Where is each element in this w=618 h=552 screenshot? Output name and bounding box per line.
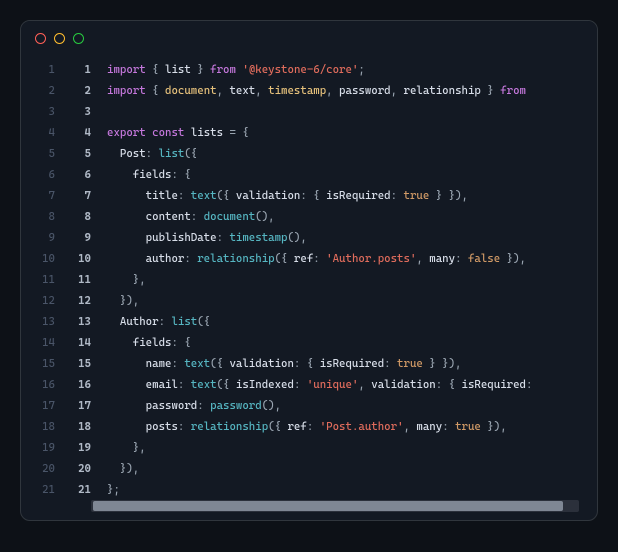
code-line: export const lists = { <box>101 122 597 143</box>
code-window: 123456789101112131415161718192021 123456… <box>20 20 598 521</box>
outer-line-number: 11 <box>21 269 65 290</box>
outer-line-number: 21 <box>21 479 65 500</box>
outer-line-number: 2 <box>21 80 65 101</box>
code-line: author: relationship({ ref: 'Author.post… <box>101 248 597 269</box>
code-line <box>101 101 597 122</box>
inner-line-number: 7 <box>65 185 101 206</box>
inner-line-number: 6 <box>65 164 101 185</box>
outer-line-number: 19 <box>21 437 65 458</box>
code-line: content: document(), <box>101 206 597 227</box>
inner-line-number: 11 <box>65 269 101 290</box>
inner-line-number: 20 <box>65 458 101 479</box>
code-line: }, <box>101 437 597 458</box>
inner-line-number: 18 <box>65 416 101 437</box>
inner-line-number: 2 <box>65 80 101 101</box>
minimize-icon[interactable] <box>54 33 65 44</box>
code-line: }), <box>101 290 597 311</box>
outer-line-number: 12 <box>21 290 65 311</box>
code-line: import { document, text, timestamp, pass… <box>101 80 597 101</box>
outer-line-number: 17 <box>21 395 65 416</box>
inner-line-number: 13 <box>65 311 101 332</box>
horizontal-scrollbar-thumb[interactable] <box>93 501 563 511</box>
code-line: }), <box>101 458 597 479</box>
outer-line-number: 5 <box>21 143 65 164</box>
code-line: Author: list({ <box>101 311 597 332</box>
inner-line-number: 3 <box>65 101 101 122</box>
outer-line-number: 10 <box>21 248 65 269</box>
code-line: }; <box>101 479 597 500</box>
outer-line-number: 8 <box>21 206 65 227</box>
inner-line-number: 16 <box>65 374 101 395</box>
code-line: posts: relationship({ ref: 'Post.author'… <box>101 416 597 437</box>
code-line: import { list } from '@keystone-6/core'; <box>101 59 597 80</box>
inner-line-number: 10 <box>65 248 101 269</box>
inner-line-number: 8 <box>65 206 101 227</box>
inner-line-number: 14 <box>65 332 101 353</box>
code-line: password: password(), <box>101 395 597 416</box>
inner-line-number: 21 <box>65 479 101 500</box>
code-line: title: text({ validation: { isRequired: … <box>101 185 597 206</box>
code-line: fields: { <box>101 332 597 353</box>
code-line: publishDate: timestamp(), <box>101 227 597 248</box>
maximize-icon[interactable] <box>73 33 84 44</box>
code-line: email: text({ isIndexed: 'unique', valid… <box>101 374 597 395</box>
outer-line-number: 9 <box>21 227 65 248</box>
outer-line-number: 4 <box>21 122 65 143</box>
code-line: }, <box>101 269 597 290</box>
horizontal-scrollbar-track[interactable] <box>91 500 579 512</box>
close-icon[interactable] <box>35 33 46 44</box>
inner-line-number: 12 <box>65 290 101 311</box>
inner-line-number: 5 <box>65 143 101 164</box>
window-titlebar <box>21 21 597 55</box>
inner-line-number: 15 <box>65 353 101 374</box>
code-line: Post: list({ <box>101 143 597 164</box>
code-area: 123456789101112131415161718192021 123456… <box>21 55 597 500</box>
outer-line-number: 15 <box>21 353 65 374</box>
code-line: name: text({ validation: { isRequired: t… <box>101 353 597 374</box>
outer-line-gutter: 123456789101112131415161718192021 <box>21 59 65 500</box>
code-content[interactable]: import { list } from '@keystone-6/core';… <box>101 59 597 500</box>
inner-line-gutter: 123456789101112131415161718192021 <box>65 59 101 500</box>
outer-line-number: 7 <box>21 185 65 206</box>
outer-line-number: 14 <box>21 332 65 353</box>
outer-line-number: 6 <box>21 164 65 185</box>
outer-line-number: 16 <box>21 374 65 395</box>
outer-line-number: 1 <box>21 59 65 80</box>
inner-line-number: 4 <box>65 122 101 143</box>
outer-line-number: 13 <box>21 311 65 332</box>
inner-line-number: 9 <box>65 227 101 248</box>
outer-line-number: 18 <box>21 416 65 437</box>
outer-line-number: 3 <box>21 101 65 122</box>
inner-line-number: 19 <box>65 437 101 458</box>
code-line: fields: { <box>101 164 597 185</box>
outer-line-number: 20 <box>21 458 65 479</box>
inner-line-number: 17 <box>65 395 101 416</box>
inner-line-number: 1 <box>65 59 101 80</box>
